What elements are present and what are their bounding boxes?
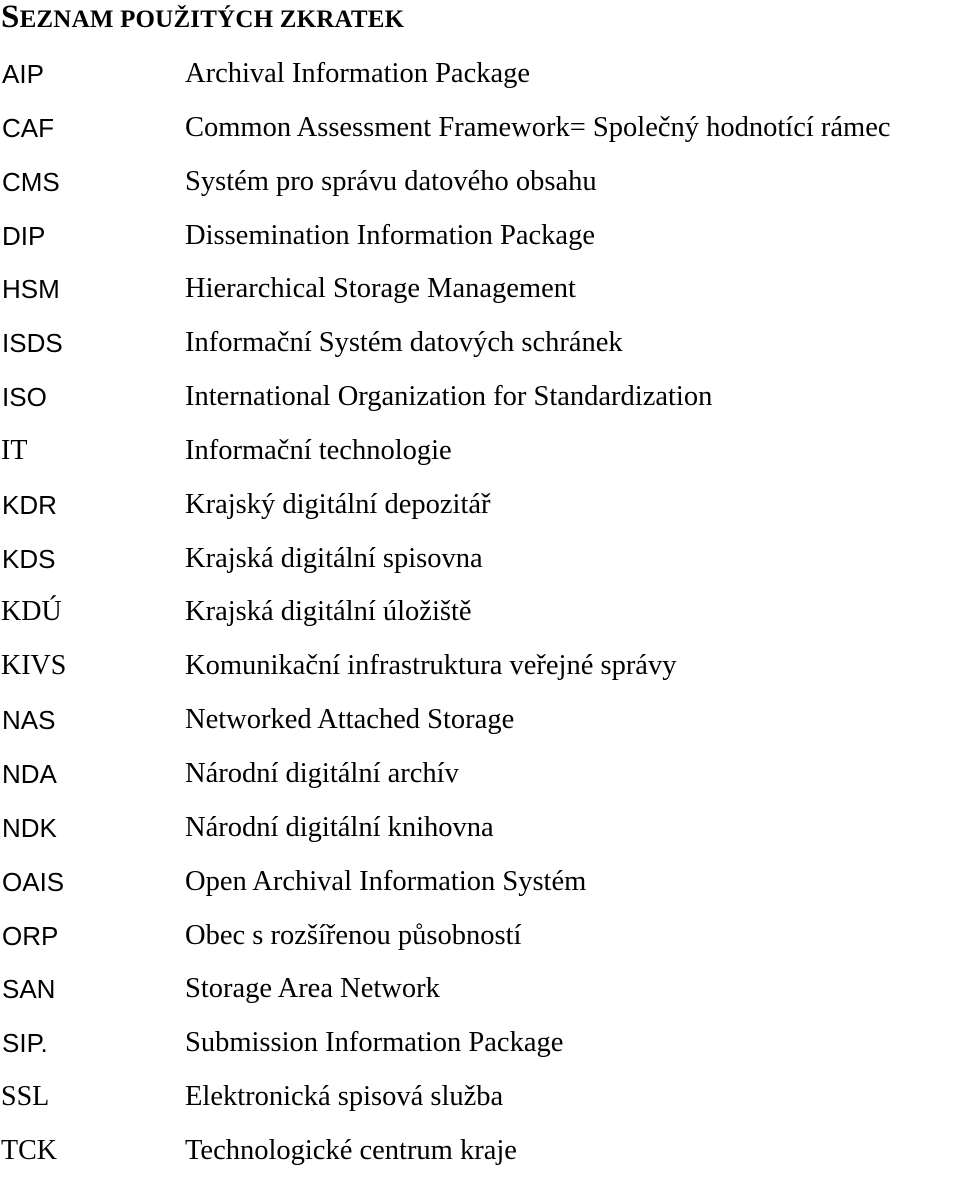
abbreviation-description: Krajský digitální depozitář xyxy=(185,488,491,520)
abbreviation: AIP xyxy=(2,59,44,89)
abbreviation: ISO xyxy=(2,382,47,413)
abbreviation: CMS xyxy=(2,166,60,197)
abbreviation-row: TCK Technologické centrum kraje xyxy=(0,1126,960,1180)
abbreviation-row: DIP Dissemination Information Package xyxy=(0,211,960,265)
abbreviation-description: Komunikační infrastruktura veřejné správ… xyxy=(185,650,677,682)
abbreviation: KDR xyxy=(2,489,57,520)
abbreviation-description: Dissemination Information Package xyxy=(185,219,595,251)
abbreviation-row: ISO International Organization for Standa… xyxy=(0,372,960,426)
abbreviation-description: Common Assessment Framework= Společný ho… xyxy=(185,111,891,143)
abbreviation: SSL xyxy=(1,1081,50,1113)
abbreviation-row: CAF Common Assessment Framework= Společný… xyxy=(0,103,960,157)
abbreviation: CAF xyxy=(2,112,54,143)
abbreviation-row: KDÚ Krajská digitální úložiště xyxy=(0,587,960,641)
abbreviation: SAN xyxy=(2,974,56,1005)
title-rest: EZNAM POUŽITÝCH ZKRATEK xyxy=(19,6,405,33)
abbreviation-row: HSM Hierarchical Storage Management xyxy=(0,264,960,318)
abbreviation: NDA xyxy=(2,758,57,789)
abbreviation: HSM xyxy=(2,274,60,305)
abbreviation: ORP xyxy=(2,920,59,951)
abbreviation-description: Národní digitální knihovna xyxy=(185,811,494,843)
abbreviation-description: Hierarchical Storage Management xyxy=(185,273,576,305)
abbreviation-description: Open Archival Information Systém xyxy=(185,865,587,897)
abbreviation-row: SAN Storage Area Network xyxy=(0,964,960,1018)
abbreviation-row: KIVS Komunikační infrastruktura veřejné s… xyxy=(0,641,960,695)
abbreviation-row: CMS Systém pro správu datového obsahu xyxy=(0,157,960,211)
abbreviation-row: NAS Networked Attached Storage xyxy=(0,695,960,749)
abbreviation-row: IT Informační technologie xyxy=(0,426,960,480)
abbreviation: SIP. xyxy=(2,1028,48,1059)
abbreviation-row: NDK Národní digitální knihovna xyxy=(0,803,960,857)
abbreviation: NDK xyxy=(2,812,57,843)
abbreviation-description: Obec s rozšířenou působností xyxy=(185,919,522,951)
abbreviation-description: Krajská digitální úložiště xyxy=(185,596,472,628)
abbreviation-row: SSL Elektronická spisová služba xyxy=(0,1072,960,1126)
abbreviation-description: Elektronická spisová služba xyxy=(185,1081,504,1113)
abbreviation-description: Informační Systém datových schránek xyxy=(185,327,623,359)
page-title: SEZNAM POUŽITÝCH ZKRATEK xyxy=(1,0,404,37)
abbreviation-description: Submission Information Package xyxy=(185,1027,564,1059)
abbreviation-row: NDA Národní digitální archív xyxy=(0,749,960,803)
abbreviation: IT xyxy=(1,434,28,466)
abbreviation-description: Systém pro správu datového obsahu xyxy=(185,165,597,197)
abbreviation-description: Krajská digitální spisovna xyxy=(185,542,483,574)
abbreviation-description: Storage Area Network xyxy=(185,973,440,1005)
abbreviation-list: AIP Archival Information Package CAF Commo… xyxy=(0,49,960,1180)
abbreviation: DIP xyxy=(2,220,46,251)
abbreviation-description: Technologické centrum kraje xyxy=(185,1134,517,1166)
abbreviation: NAS xyxy=(2,705,56,736)
abbreviation-row: OAIS Open Archival Information Systém xyxy=(0,857,960,911)
abbreviation-row: KDR Krajský digitální depozitář xyxy=(0,480,960,534)
abbreviation: OAIS xyxy=(2,866,65,897)
abbreviation-description: Archival Information Package xyxy=(185,58,531,89)
abbreviation-row: ORP Obec s rozšířenou působností xyxy=(0,911,960,965)
abbreviation: KDS xyxy=(2,543,56,574)
abbreviation-row: AIP Archival Information Package xyxy=(0,49,960,103)
abbreviation: ISDS xyxy=(2,328,63,359)
title-initial: S xyxy=(1,0,20,35)
abbreviation-row: SIP. Submission Information Package xyxy=(0,1018,960,1072)
abbreviation-row: KDS Krajská digitální spisovna xyxy=(0,534,960,588)
abbreviation-description: Networked Attached Storage xyxy=(185,704,515,736)
abbreviation: KIVS xyxy=(1,650,67,682)
abbreviation-description: International Organization for Standardi… xyxy=(185,381,713,413)
abbreviation-description: Národní digitální archív xyxy=(185,757,459,789)
abbreviation: KDÚ xyxy=(1,596,62,628)
abbreviation-row: ISDS Informační Systém datových schránek xyxy=(0,318,960,372)
abbreviation-description: Informační technologie xyxy=(185,434,452,466)
abbreviation: TCK xyxy=(1,1134,57,1166)
